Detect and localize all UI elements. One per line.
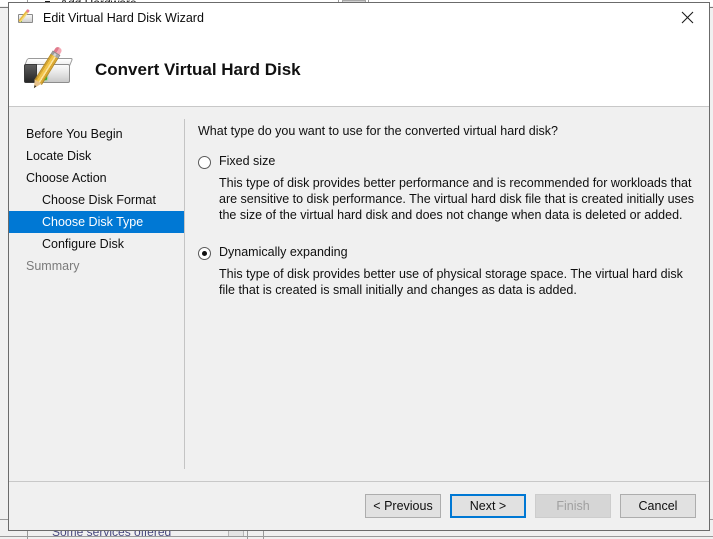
radio-icon-fixed-size[interactable] [198, 156, 211, 169]
disk-pencil-icon [18, 10, 34, 26]
cancel-button[interactable]: Cancel [620, 494, 696, 518]
option-description-fixed-size: This type of disk provides better perfor… [219, 176, 694, 222]
sidebar-item-choose-disk-type[interactable]: Choose Disk Type [9, 211, 185, 233]
wizard-footer: < Previous Next > Finish Cancel [9, 481, 709, 530]
option-fixed-size: Fixed size This type of disk provides be… [198, 154, 697, 223]
sidebar-item-configure-disk[interactable]: Configure Disk [9, 233, 185, 255]
option-label-dynamically-expanding: Dynamically expanding [219, 245, 348, 259]
option-spacer [198, 227, 697, 245]
page-title: Convert Virtual Hard Disk [95, 59, 301, 79]
wizard-step-nav: Before You Begin Locate Disk Choose Acti… [9, 107, 185, 481]
sidebar-item-before-you-begin[interactable]: Before You Begin [9, 123, 185, 145]
finish-button: Finish [535, 494, 611, 518]
radio-icon-dynamically-expanding[interactable] [198, 247, 211, 260]
nav-divider [184, 119, 185, 469]
wizard-header: Convert Virtual Hard Disk [9, 33, 709, 107]
next-button[interactable]: Next > [450, 494, 526, 518]
virtual-hard-disk-edit-icon [20, 44, 84, 96]
previous-button[interactable]: < Previous [365, 494, 441, 518]
option-description-dynamically-expanding: This type of disk provides better use of… [219, 267, 683, 297]
title-bar: Edit Virtual Hard Disk Wizard [9, 3, 709, 33]
radio-fixed-size[interactable]: Fixed size [198, 154, 697, 169]
sidebar-item-locate-disk[interactable]: Locate Disk [9, 145, 185, 167]
screen: Add Hardware Some services offered Edit … [0, 0, 713, 539]
sidebar-item-summary[interactable]: Summary [9, 255, 185, 277]
edit-virtual-hard-disk-wizard-dialog: Edit Virtual Hard Disk Wizard Convert Vi… [8, 2, 710, 531]
question-label: What type do you want to use for the con… [198, 124, 558, 138]
radio-dynamically-expanding[interactable]: Dynamically expanding [198, 245, 697, 260]
option-label-fixed-size: Fixed size [219, 154, 276, 168]
wizard-body: Before You Begin Locate Disk Choose Acti… [9, 107, 709, 481]
option-dynamically-expanding: Dynamically expanding This type of disk … [198, 245, 697, 298]
sidebar-item-choose-action[interactable]: Choose Action [9, 167, 185, 189]
background-separator-bottom-2 [0, 536, 713, 537]
close-icon[interactable] [665, 3, 709, 32]
sidebar-item-choose-disk-format[interactable]: Choose Disk Format [9, 189, 185, 211]
wizard-content: What type do you want to use for the con… [185, 107, 709, 481]
window-title: Edit Virtual Hard Disk Wizard [43, 11, 204, 25]
